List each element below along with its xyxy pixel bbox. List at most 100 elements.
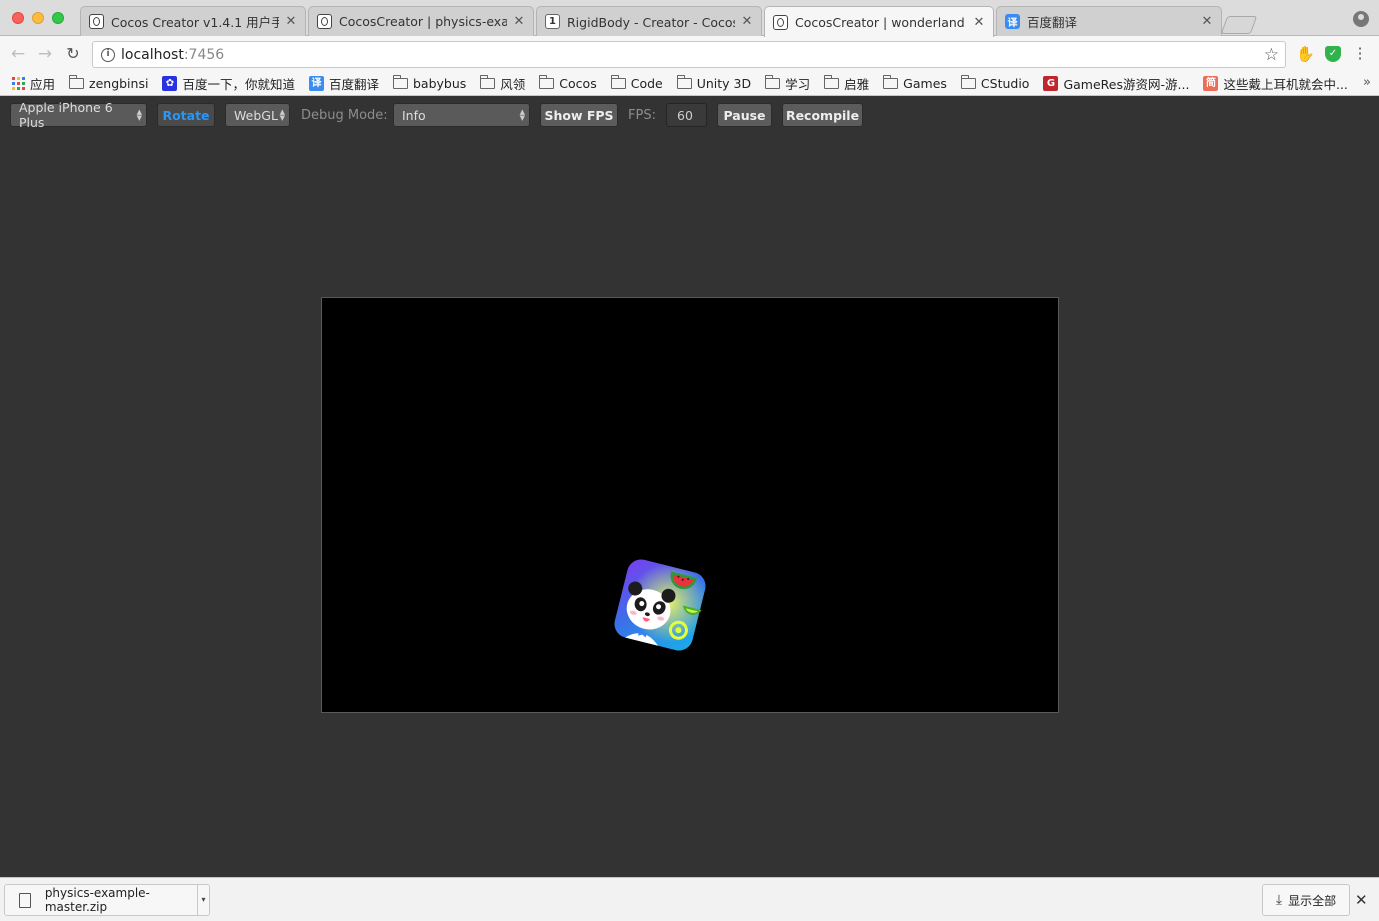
bookmark-label: babybus (412, 76, 467, 91)
bookmark-label: Code (630, 76, 663, 91)
cocos-icon (773, 14, 788, 30)
jian-icon: 简 (1203, 76, 1219, 91)
fps-input[interactable]: 60 (666, 103, 707, 127)
folder-icon (883, 75, 899, 89)
rotate-button[interactable]: Rotate (157, 103, 215, 127)
close-icon[interactable]: ✕ (285, 14, 297, 29)
tab-title: CocosCreator | physics-example (339, 14, 507, 29)
close-icon[interactable]: ✕ (513, 14, 525, 29)
tab-rigidbody[interactable]: 1 RigidBody - Creator - Cocos中文社区 ✕ (536, 6, 762, 36)
preview-toolbar: Apple iPhone 6 Plus ▲ ▼ Rotate WebGL ▲ ▼ D… (0, 97, 1379, 133)
renderer-select[interactable]: WebGL ▲ ▼ (225, 103, 290, 127)
profile-icon[interactable] (1353, 11, 1369, 27)
bookmark-fengling[interactable]: 风领 (480, 74, 525, 93)
bookmark-code[interactable]: Code (610, 75, 663, 91)
tab-physics-example[interactable]: CocosCreator | physics-example ✕ (308, 6, 534, 36)
bookmark-gameres[interactable]: G GameRes游资网-游... (1043, 74, 1189, 93)
close-icon[interactable]: ✕ (1201, 14, 1213, 29)
select-arrows-icon: ▲ ▼ (279, 108, 285, 122)
address-bar[interactable]: i localhost :7456 ☆ (92, 41, 1286, 68)
bookmark-label: 学习 (785, 77, 811, 92)
shield-extension-icon[interactable]: ✓ (1325, 46, 1341, 62)
tab-cocos-manual[interactable]: Cocos Creator v1.4.1 用户手册 ✕ (80, 6, 306, 36)
download-filename: physics-example-master.zip (44, 886, 150, 914)
bookmark-zengbinsi[interactable]: zengbinsi (69, 75, 149, 91)
folder-icon (480, 75, 496, 89)
bookmark-label: 启雅 (844, 77, 870, 92)
tab-wonderland[interactable]: CocosCreator | wonderland ✕ (764, 6, 994, 37)
bookmark-label: zengbinsi (89, 76, 149, 91)
back-arrow-icon[interactable]: ← (9, 45, 27, 63)
baidu-paw-icon: ✿ (162, 76, 178, 91)
bookmark-cocos[interactable]: Cocos (539, 75, 597, 91)
folder-icon (960, 75, 976, 89)
folder-icon (69, 75, 85, 89)
debug-mode-select-value: Info (402, 107, 426, 123)
download-item[interactable]: physics-example-master.zip ▾ (4, 884, 210, 916)
game-canvas[interactable] (321, 297, 1059, 713)
tab-title: Cocos Creator v1.4.1 用户手册 (111, 15, 279, 30)
info-icon[interactable]: i (101, 47, 115, 62)
pause-button[interactable]: Pause (717, 103, 772, 127)
close-window-button[interactable] (12, 12, 24, 24)
bookmark-study[interactable]: 学习 (765, 74, 810, 93)
close-icon[interactable]: ✕ (741, 14, 753, 29)
bookmark-games[interactable]: Games (883, 75, 947, 91)
bookmark-label: 百度一下，你就知道 (182, 77, 295, 92)
tab-title: 百度翻译 (1027, 15, 1078, 30)
bookmark-baidu-translate[interactable]: 译 百度翻译 (308, 74, 379, 93)
hand-extension-icon[interactable]: ✋ (1296, 46, 1315, 62)
forward-arrow-icon[interactable]: → (36, 45, 54, 63)
bookmark-qiya[interactable]: 启雅 (824, 74, 869, 93)
bookmark-apps[interactable]: 应用 (12, 74, 55, 93)
folder-icon (676, 75, 692, 89)
baidu-translate-icon: 译 (308, 76, 324, 91)
folder-icon (610, 75, 626, 89)
tab-title: RigidBody - Creator - Cocos中文社区 (567, 15, 735, 30)
panda-app-sprite (614, 559, 706, 651)
bookmark-label: 风领 (500, 77, 526, 92)
close-icon[interactable]: ✕ (973, 15, 985, 30)
show-all-label: 显示全部 (1288, 893, 1337, 908)
new-tab-button[interactable] (1220, 16, 1258, 34)
device-select[interactable]: Apple iPhone 6 Plus ▲ ▼ (10, 100, 147, 130)
renderer-select-value: WebGL (234, 107, 278, 123)
show-fps-button[interactable]: Show FPS (540, 103, 618, 127)
bookmark-label: CStudio (980, 76, 1030, 91)
bookmark-label: GameRes游资网-游... (1063, 77, 1190, 92)
zoom-window-button[interactable] (52, 12, 64, 24)
select-arrows-icon: ▲ ▼ (519, 108, 525, 122)
chevron-double-right-icon[interactable]: » (1363, 75, 1371, 90)
chrome-menu-icon[interactable]: · · · (1356, 41, 1364, 67)
file-icon (19, 892, 31, 908)
minimize-window-button[interactable] (32, 12, 44, 24)
device-select-value: Apple iPhone 6 Plus (19, 100, 113, 130)
bookmark-jianshu[interactable]: 简 这些戴上耳机就会中... (1203, 74, 1348, 93)
debug-mode-label: Debug Mode: (301, 108, 388, 123)
bookmark-label: 这些戴上耳机就会中... (1223, 77, 1348, 92)
download-icon: ⤓ (1275, 892, 1283, 908)
bookmark-label: 应用 (30, 77, 56, 92)
reload-icon[interactable]: ↻ (64, 45, 82, 63)
bookmark-babybus[interactable]: babybus (392, 75, 467, 91)
cocos-icon (317, 14, 332, 29)
recompile-button[interactable]: Recompile (782, 103, 863, 127)
chevron-down-icon[interactable]: ▾ (197, 885, 209, 915)
bookmark-baidu[interactable]: ✿ 百度一下，你就知道 (162, 74, 295, 93)
debug-mode-select[interactable]: Info ▲ ▼ (393, 103, 530, 127)
folder-icon (824, 75, 840, 89)
gameres-icon: G (1043, 76, 1059, 91)
show-all-downloads-button[interactable]: ⤓ 显示全部 (1262, 884, 1350, 916)
cocos-icon (89, 14, 104, 29)
apps-icon (12, 77, 25, 90)
baidu-translate-icon: 译 (1005, 14, 1020, 29)
tab-baidu-translate[interactable]: 译 百度翻译 ✕ (996, 6, 1222, 36)
bookmarks-bar: 应用 zengbinsi ✿ 百度一下，你就知道 译 百度翻译 babybus … (0, 72, 1379, 96)
bookmark-unity[interactable]: Unity 3D (676, 75, 751, 91)
bookmark-label: Cocos (559, 76, 597, 91)
tab-strip: Cocos Creator v1.4.1 用户手册 ✕ CocosCreator… (0, 0, 1379, 37)
close-icon[interactable]: ✕ (1355, 891, 1368, 909)
bookmark-star-icon[interactable]: ☆ (1264, 45, 1279, 65)
folder-icon (539, 75, 555, 89)
bookmark-cstudio[interactable]: CStudio (960, 75, 1030, 91)
